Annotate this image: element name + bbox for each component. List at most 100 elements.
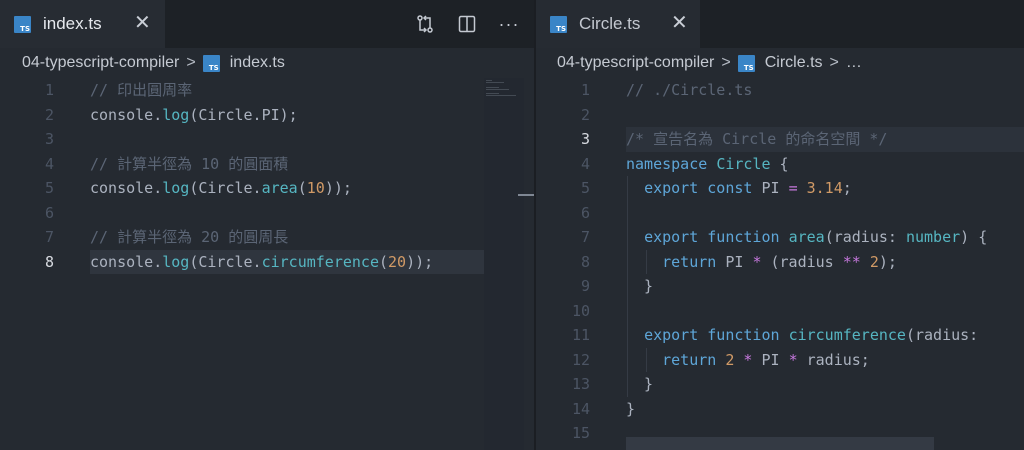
chevron-right-icon: > (721, 54, 731, 71)
line-number: 1 (580, 81, 590, 99)
line-number: 4 (580, 154, 590, 173)
line-number: 4 (44, 154, 54, 173)
line-number: 7 (580, 228, 590, 246)
typescript-file-icon: TS (737, 54, 755, 72)
code-token: const (707, 179, 762, 197)
code-token: function (707, 326, 789, 344)
indent-guide (627, 176, 628, 397)
horizontal-scrollbar[interactable] (626, 437, 934, 450)
code-token: // 計算半徑為 10 的圓面積 (90, 154, 289, 173)
more-actions-icon[interactable]: ··· (498, 13, 520, 35)
code-line[interactable]: 9 } (536, 274, 1024, 299)
close-tab-icon[interactable]: ✕ (134, 13, 151, 33)
code-editor[interactable]: 1 // ./Circle.ts 2 3 /* 宣告名為 Circle 的命名空間 */… (536, 78, 1024, 450)
left-editor-group: TS index.ts ✕ ··· 04-typescript-compiler… (0, 0, 534, 450)
chevron-right-icon: > (186, 54, 196, 71)
code-line[interactable]: 3 /* 宣告名為 Circle 的命名空間 */ (536, 127, 1024, 152)
code-line[interactable]: 2 console.log(Circle.PI); (0, 103, 534, 128)
code-line[interactable]: 5 console.log(Circle.area(10)); (0, 176, 534, 201)
code-token: (Circle.PI); (189, 105, 298, 124)
editor-actions: ··· (394, 0, 534, 48)
code-token: } (626, 277, 654, 295)
breadcrumb-folder[interactable]: 04-typescript-compiler (22, 54, 179, 72)
code-line[interactable]: 2 (536, 103, 1024, 128)
code-token: { (770, 154, 789, 173)
code-line[interactable]: 4 // 計算半徑為 10 的圓面積 (0, 152, 534, 177)
code-line[interactable]: 1 // 印出圓周率 (0, 78, 534, 103)
breadcrumb-symbols[interactable]: … (846, 54, 862, 72)
minimap[interactable] (484, 78, 534, 450)
code-line[interactable]: 4 namespace Circle { (536, 152, 1024, 177)
code-token: ); (878, 252, 897, 271)
code-token: /* 宣告名為 Circle 的命名空間 */ (626, 130, 888, 148)
minimap-scroll-indicator (518, 194, 534, 196)
line-number: 14 (571, 399, 590, 418)
code-token: // ./Circle.ts (626, 81, 753, 99)
code-token: . (153, 252, 163, 271)
code-text: // 計算半徑為 10 的圓面積 (90, 152, 288, 177)
code-token: 10 (306, 179, 325, 197)
tab-circle-ts[interactable]: TS Circle.ts ✕ (536, 0, 700, 48)
tab-label: index.ts (43, 14, 102, 33)
code-token: )); (406, 252, 434, 271)
breadcrumb-file[interactable]: TS index.ts (202, 54, 285, 72)
code-line[interactable]: 13 } (536, 372, 1024, 397)
code-line[interactable]: 3 (0, 127, 534, 152)
code-token: console (90, 252, 154, 271)
code-text: } (626, 372, 653, 397)
code-line[interactable]: 6 (0, 201, 534, 226)
code-token: // 計算半徑為 20 的圓周長 (90, 228, 289, 246)
line-number: 8 (580, 252, 590, 271)
code-token: ; (842, 179, 852, 197)
line-number: 8 (44, 252, 54, 271)
breadcrumb-file[interactable]: TS Circle.ts (737, 54, 823, 72)
breadcrumb-folder[interactable]: 04-typescript-compiler (557, 54, 714, 72)
code-token: (Circle. (189, 179, 262, 197)
line-number: 15 (571, 424, 590, 442)
right-tab-bar: TS Circle.ts ✕ (536, 0, 1024, 48)
breadcrumb-file-label: index.ts (229, 54, 285, 71)
code-token: } (626, 375, 654, 393)
code-token: (radius (770, 252, 843, 271)
code-line[interactable]: 10 (536, 299, 1024, 324)
code-token: } (626, 399, 636, 418)
code-line[interactable]: 8 return PI * (radius ** 2); (536, 250, 1024, 275)
code-line[interactable]: 7 // 計算半徑為 20 的圓周長 (0, 225, 534, 250)
code-token: number (905, 228, 961, 246)
code-line[interactable]: 7 export function area(radius: number) { (536, 225, 1024, 250)
code-line[interactable]: 11 export function circumference(radius: (536, 323, 1024, 348)
tab-label: Circle.ts (579, 14, 641, 33)
tab-index-ts[interactable]: TS index.ts ✕ (0, 0, 165, 48)
git-compare-icon[interactable] (414, 13, 436, 35)
code-token: return (662, 252, 726, 271)
code-line[interactable]: 12 return 2 * PI * radius; (536, 348, 1024, 373)
code-line[interactable]: 1 // ./Circle.ts (536, 78, 1024, 103)
code-line[interactable]: 14} (536, 397, 1024, 422)
code-token: (radius: (824, 228, 906, 246)
code-token: ( (297, 179, 307, 197)
close-tab-icon[interactable]: ✕ (671, 13, 688, 33)
breadcrumb: 04-typescript-compiler > TS Circle.ts > … (536, 48, 1024, 78)
code-token: Circle (716, 154, 771, 173)
code-line[interactable]: 6 (536, 201, 1024, 226)
code-line[interactable]: 8 console.log(Circle.circumference(20)); (0, 250, 534, 275)
code-text: } (626, 397, 635, 422)
split-editor-icon[interactable] (456, 13, 478, 35)
code-token: PI (761, 179, 789, 197)
code-line[interactable]: 5 export const PI = 3.14; (536, 176, 1024, 201)
code-token: * (752, 252, 771, 271)
line-number: 2 (580, 105, 590, 124)
code-token: return (662, 350, 726, 369)
line-number: 12 (571, 350, 590, 369)
line-number: 1 (44, 81, 54, 99)
code-token: log (162, 105, 190, 124)
code-editor[interactable]: 1// 印出圓周率 2 console.log(Circle.PI); 3 4 // 計算… (0, 78, 534, 450)
right-editor-group: TS Circle.ts ✕ 04-typescript-compiler > … (536, 0, 1024, 450)
code-token: = (788, 179, 807, 197)
indent-guide (646, 249, 647, 274)
code-text: return PI * (radius ** 2); (626, 250, 897, 275)
code-token: namespace (626, 154, 717, 173)
